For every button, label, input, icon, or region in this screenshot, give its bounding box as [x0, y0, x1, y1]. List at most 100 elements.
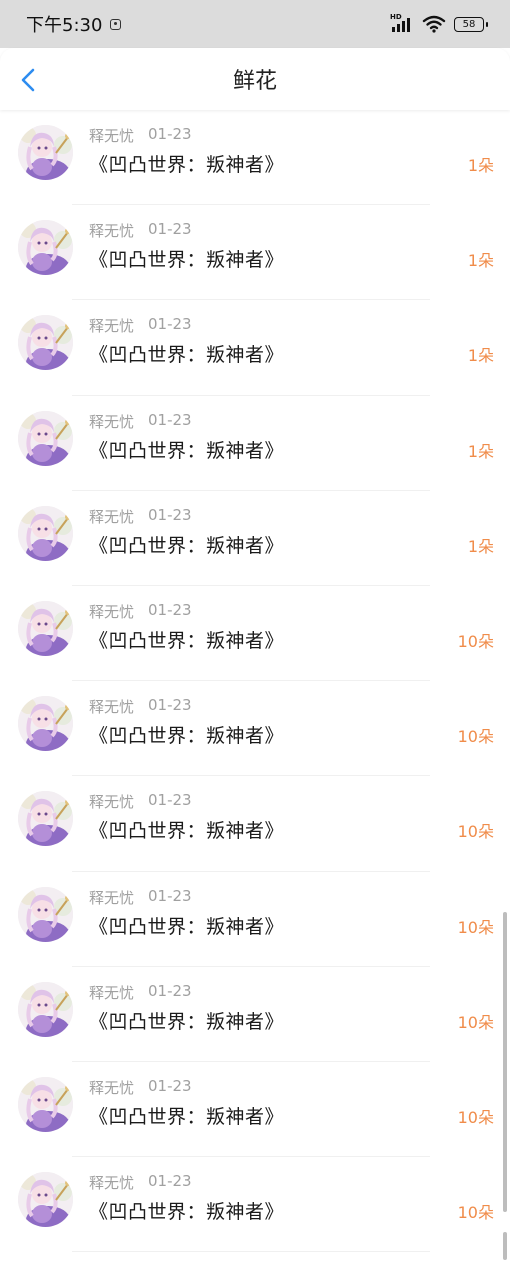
item-title[interactable]: 《凹凸世界：叛神者》 [89, 340, 284, 367]
status-time: 下午5:30 [26, 15, 103, 36]
item-meta: 释无忧 01-23 [89, 1077, 192, 1098]
avatar-image [18, 791, 73, 847]
avatar[interactable] [18, 220, 73, 276]
page-header: 鲜花 [0, 48, 510, 110]
avatar[interactable] [18, 315, 73, 371]
item-count: 10朵 [457, 1107, 494, 1127]
item-count: 10朵 [457, 917, 494, 937]
item-user[interactable]: 释无忧 [89, 220, 134, 241]
list-item[interactable]: 释无忧 01-23 《凹凸世界：叛神者》 10朵 [0, 872, 510, 967]
item-user[interactable]: 释无忧 [89, 1077, 134, 1098]
status-left: 下午5:30 [26, 11, 122, 37]
item-date: 01-23 [148, 981, 192, 1000]
battery-level: 58 [462, 18, 476, 30]
list-item[interactable]: 释无忧 01-23 《凹凸世界：叛神者》 1朵 [0, 300, 510, 396]
list-item[interactable]: 释无忧 01-23 《凹凸世界：叛神者》 10朵 [0, 1062, 510, 1158]
page-title: 鲜花 [232, 69, 277, 94]
item-user[interactable]: 释无忧 [89, 1172, 134, 1193]
avatar-image [18, 886, 73, 942]
item-count: 10朵 [457, 1012, 494, 1032]
item-meta: 释无忧 01-23 [89, 982, 192, 1003]
avatar[interactable] [18, 1172, 73, 1228]
avatar[interactable] [18, 696, 73, 752]
signal-icon: HD [390, 13, 414, 35]
avatar-image [18, 1076, 73, 1132]
item-title[interactable]: 《凹凸世界：叛神者》 [89, 436, 284, 463]
list-item[interactable]: 释无忧 01-23 《凹凸世界：叛神者》 10朵 [0, 967, 510, 1062]
item-date: 01-23 [148, 696, 192, 715]
item-date: 01-23 [148, 791, 192, 810]
item-meta: 释无忧 01-23 [89, 1172, 192, 1193]
item-title[interactable]: 《凹凸世界：叛神者》 [89, 1197, 284, 1224]
item-user[interactable]: 释无忧 [89, 887, 134, 908]
item-count: 1朵 [467, 536, 494, 556]
item-user[interactable]: 释无忧 [89, 791, 134, 812]
item-date: 01-23 [148, 315, 192, 334]
item-title[interactable]: 《凹凸世界：叛神者》 [89, 912, 284, 939]
item-user[interactable]: 释无忧 [89, 982, 134, 1003]
item-user[interactable]: 释无忧 [89, 411, 134, 432]
avatar-image [18, 125, 73, 180]
item-meta: 释无忧 01-23 [89, 411, 192, 432]
item-user[interactable]: 释无忧 [89, 315, 134, 336]
avatar[interactable] [18, 505, 73, 561]
list-item[interactable]: 释无忧 01-23 《凹凸世界：叛神者》 10朵 [0, 681, 510, 777]
item-date: 01-23 [148, 1172, 192, 1191]
avatar-image [18, 600, 73, 656]
item-count: 1朵 [467, 156, 494, 175]
item-title[interactable]: 《凹凸世界：叛神者》 [89, 150, 284, 177]
item-date: 01-23 [148, 220, 192, 239]
item-date: 01-23 [148, 600, 192, 619]
list-item[interactable]: 释无忧 01-23 《凹凸世界：叛神者》 10朵 [0, 586, 510, 682]
avatar-image [18, 315, 73, 371]
item-meta: 释无忧 01-23 [89, 315, 192, 336]
item-title[interactable]: 《凹凸世界：叛神者》 [89, 721, 284, 748]
avatar[interactable] [18, 600, 73, 656]
item-meta: 释无忧 01-23 [89, 125, 192, 146]
avatar-image [18, 696, 73, 752]
item-meta: 释无忧 01-23 [89, 791, 192, 812]
item-meta: 释无忧 01-23 [89, 220, 192, 241]
item-date: 01-23 [148, 410, 192, 429]
item-title[interactable]: 《凹凸世界：叛神者》 [89, 245, 284, 272]
item-title[interactable]: 《凹凸世界：叛神者》 [89, 1102, 284, 1129]
item-date: 01-23 [148, 886, 192, 905]
item-title[interactable]: 《凹凸世界：叛神者》 [89, 816, 284, 843]
avatar-image [18, 220, 73, 276]
list-item[interactable]: 释无忧 01-23 《凹凸世界：叛神者》 1朵 [0, 205, 510, 301]
list-item[interactable]: 释无忧 01-23 《凹凸世界：叛神者》 1朵 [0, 110, 510, 206]
item-user[interactable]: 释无忧 [89, 696, 134, 717]
scrollbar-end [503, 1232, 507, 1260]
item-date: 01-23 [148, 125, 192, 143]
list-item[interactable]: 释无忧 01-23 《凹凸世界：叛神者》 10朵 [0, 1157, 510, 1253]
scrollbar[interactable] [503, 912, 507, 1212]
avatar-image [18, 410, 73, 466]
avatar-image [18, 505, 73, 561]
status-right: HD 58 [390, 13, 488, 35]
back-chevron-icon[interactable] [14, 65, 44, 95]
item-meta: 释无忧 01-23 [89, 506, 192, 527]
item-meta: 释无忧 01-23 [89, 887, 192, 908]
avatar[interactable] [18, 981, 73, 1037]
avatar-image [18, 981, 73, 1037]
avatar[interactable] [18, 1076, 73, 1132]
item-title[interactable]: 《凹凸世界：叛神者》 [89, 626, 284, 653]
item-title[interactable]: 《凹凸世界：叛神者》 [89, 1007, 284, 1034]
status-bar: 下午5:30 HD 58 [0, 0, 510, 48]
item-count: 1朵 [467, 251, 494, 271]
avatar[interactable] [18, 886, 73, 942]
item-count: 1朵 [467, 346, 494, 366]
list-item[interactable]: 释无忧 01-23 《凹凸世界：叛神者》 1朵 [0, 491, 510, 586]
avatar[interactable] [18, 410, 73, 466]
list-item[interactable]: 释无忧 01-23 《凹凸世界：叛神者》 1朵 [0, 396, 510, 491]
avatar-image [18, 1172, 73, 1228]
item-user[interactable]: 释无忧 [89, 601, 134, 622]
item-count: 10朵 [457, 822, 494, 842]
avatar[interactable] [18, 791, 73, 847]
item-user[interactable]: 释无忧 [89, 506, 134, 527]
item-title[interactable]: 《凹凸世界：叛神者》 [89, 531, 284, 558]
list-item[interactable]: 释无忧 01-23 《凹凸世界：叛神者》 10朵 [0, 776, 510, 872]
item-user[interactable]: 释无忧 [89, 125, 134, 146]
item-date: 01-23 [148, 1076, 192, 1095]
avatar[interactable] [18, 125, 73, 180]
